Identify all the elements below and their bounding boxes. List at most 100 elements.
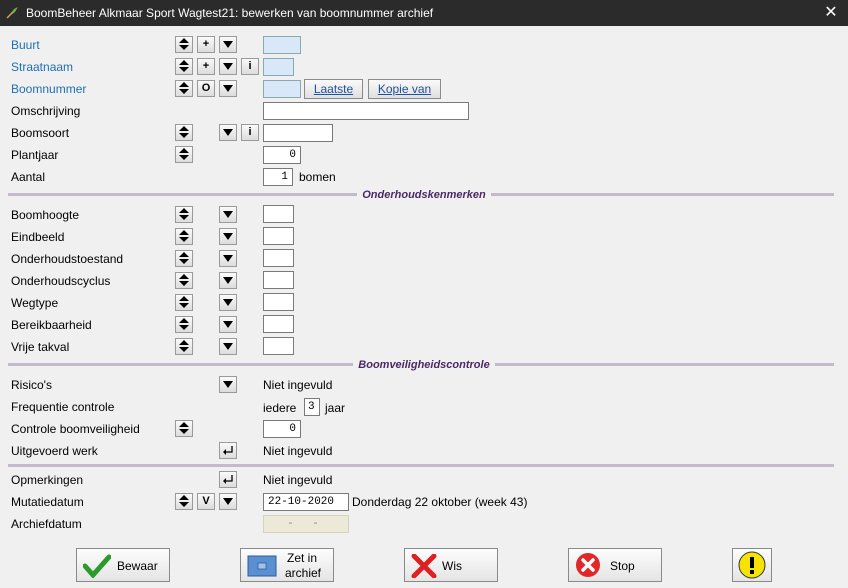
sort-updown-icon[interactable]: [175, 493, 193, 510]
controle-field[interactable]: 0: [263, 420, 301, 438]
laatste-button[interactable]: Laatste: [304, 79, 363, 99]
dropdown-arrow-icon[interactable]: [219, 206, 237, 223]
eindbeeld-field[interactable]: [263, 227, 294, 245]
sort-updown-icon[interactable]: [175, 36, 193, 53]
dropdown-arrow-icon[interactable]: [219, 250, 237, 267]
section-title-veiligheid-text: Boomveiligheidscontrole: [353, 359, 495, 371]
boomnummer-label[interactable]: Boomnummer: [11, 82, 86, 96]
zet-label-line1: Zet in: [287, 551, 318, 565]
aantal-field[interactable]: 1: [263, 168, 293, 186]
close-icon[interactable]: ✕: [814, 0, 848, 26]
warning-button[interactable]: [732, 548, 772, 582]
stop-button[interactable]: Stop: [568, 548, 662, 582]
frequentie-prefix: iedere: [263, 401, 297, 415]
bereikbaarheid-field[interactable]: [263, 315, 294, 333]
boomhoogte-field[interactable]: [263, 205, 294, 223]
sort-updown-icon[interactable]: [175, 228, 193, 245]
plantjaar-field[interactable]: 0: [263, 146, 301, 164]
controle-label: Controle boomveiligheid: [11, 422, 140, 436]
boomnummer-field[interactable]: [263, 80, 301, 98]
sort-updown-icon[interactable]: [175, 294, 193, 311]
plantjaar-label: Plantjaar: [11, 148, 59, 162]
dropdown-arrow-icon[interactable]: [219, 124, 237, 141]
wis-button[interactable]: Wis: [404, 548, 498, 582]
enter-icon[interactable]: [219, 471, 237, 488]
mutatiedatum-label: Mutatiedatum: [11, 495, 84, 509]
v-button[interactable]: V: [197, 493, 215, 510]
info-button[interactable]: i: [241, 124, 259, 141]
dropdown-arrow-icon[interactable]: [219, 80, 237, 97]
zet-in-archief-button[interactable]: Zet in archief: [240, 548, 334, 582]
o-button[interactable]: O: [197, 80, 215, 97]
frequentie-field[interactable]: 3: [304, 398, 320, 416]
sort-updown-icon[interactable]: [175, 206, 193, 223]
uitgevoerd-value: Niet ingevuld: [263, 444, 333, 458]
opmerkingen-label: Opmerkingen: [11, 473, 84, 487]
archiefdatum-label: Archiefdatum: [11, 517, 82, 531]
sort-updown-icon[interactable]: [175, 146, 193, 163]
onderhoudstoestand-label: Onderhoudstoestand: [11, 252, 124, 266]
onderhoudstoestand-field[interactable]: [263, 249, 294, 267]
delete-x-icon: [411, 554, 437, 578]
zet-label-line2: archief: [285, 566, 322, 580]
vrije-takval-label: Vrije takval: [11, 340, 70, 354]
section-title-veiligheid: Boomveiligheidscontrole: [0, 359, 848, 371]
sort-updown-icon[interactable]: [175, 80, 193, 97]
section-divider: [8, 464, 834, 467]
dropdown-arrow-icon[interactable]: [219, 338, 237, 355]
title-bar: BoomBeheer Alkmaar Sport Wagtest21: bewe…: [0, 0, 848, 26]
add-buurt-button[interactable]: +: [197, 36, 215, 53]
laatste-label: Laatste: [313, 82, 354, 96]
exclamation-icon: [738, 551, 766, 579]
dropdown-arrow-icon[interactable]: [219, 58, 237, 75]
boomsoort-field[interactable]: [263, 124, 333, 142]
stop-icon: [576, 553, 600, 577]
sort-updown-icon[interactable]: [175, 420, 193, 437]
checkmark-icon: [83, 554, 111, 578]
bewaar-button[interactable]: Bewaar: [76, 548, 170, 582]
sort-updown-icon[interactable]: [175, 58, 193, 75]
enter-icon[interactable]: [219, 442, 237, 459]
onderhoudscyclus-field[interactable]: [263, 271, 294, 289]
mutatiedatum-text: Donderdag 22 oktober (week 43): [352, 495, 528, 509]
frequentie-suffix: jaar: [325, 401, 346, 415]
dropdown-arrow-icon[interactable]: [219, 36, 237, 53]
sort-updown-icon[interactable]: [175, 316, 193, 333]
omschrijving-field[interactable]: [263, 102, 469, 120]
info-button[interactable]: i: [241, 58, 259, 75]
uitgevoerd-label: Uitgevoerd werk: [11, 444, 98, 458]
archive-icon: [247, 555, 277, 577]
buurt-field[interactable]: [263, 36, 301, 54]
dropdown-arrow-icon[interactable]: [219, 272, 237, 289]
stop-label: Stop: [610, 559, 635, 573]
dropdown-arrow-icon[interactable]: [219, 316, 237, 333]
straatnaam-label[interactable]: Straatnaam: [11, 60, 73, 74]
kopie-label: Kopie van: [377, 82, 432, 96]
risicos-label: Risico's: [11, 378, 52, 392]
sort-updown-icon[interactable]: [175, 250, 193, 267]
dropdown-arrow-icon[interactable]: [219, 376, 237, 393]
kopie-van-button[interactable]: Kopie van: [368, 79, 441, 99]
straatnaam-field[interactable]: [263, 58, 294, 76]
bereikbaarheid-label: Bereikbaarheid: [11, 318, 92, 332]
boomhoogte-label: Boomhoogte: [11, 208, 80, 222]
aantal-label: Aantal: [11, 170, 46, 184]
frequentie-label: Frequentie controle: [11, 400, 115, 414]
sort-updown-icon[interactable]: [175, 124, 193, 141]
dropdown-arrow-icon[interactable]: [219, 493, 237, 510]
vrije-takval-field[interactable]: [263, 337, 294, 355]
bewaar-label: Bewaar: [117, 559, 158, 573]
archiefdatum-field: - -: [263, 515, 349, 533]
sort-updown-icon[interactable]: [175, 272, 193, 289]
aantal-unit: bomen: [299, 170, 336, 184]
onderhoudscyclus-label: Onderhoudscyclus: [11, 274, 111, 288]
buurt-label[interactable]: Buurt: [11, 38, 40, 52]
mutatiedatum-field[interactable]: 22-10-2020: [263, 493, 349, 511]
wis-label: Wis: [442, 559, 462, 573]
dropdown-arrow-icon[interactable]: [219, 294, 237, 311]
sort-updown-icon[interactable]: [175, 338, 193, 355]
wegtype-field[interactable]: [263, 293, 294, 311]
dropdown-arrow-icon[interactable]: [219, 228, 237, 245]
add-straatnaam-button[interactable]: +: [197, 58, 215, 75]
risicos-value: Niet ingevuld: [263, 378, 333, 392]
